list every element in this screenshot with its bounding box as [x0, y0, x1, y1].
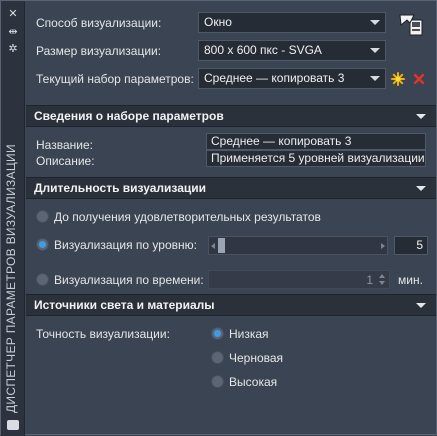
level-value-field[interactable]: 5: [394, 236, 428, 255]
collapse-icon[interactable]: [416, 303, 426, 308]
palette-content: Способ визуализации: Окно Размер визуали…: [26, 1, 436, 434]
time-spinner[interactable]: 1: [208, 270, 390, 289]
collapse-icon[interactable]: [416, 186, 426, 191]
render-mode-select[interactable]: Окно: [198, 12, 386, 33]
section-preset-info[interactable]: Сведения о наборе параметров: [26, 105, 436, 127]
spinner-up-icon[interactable]: [379, 274, 385, 278]
render-size-row: Размер визуализации: 800 x 600 пкс - SVG…: [26, 39, 436, 63]
by-level-label: Визуализация по уровню:: [54, 238, 197, 252]
accuracy-low-label: Низкая: [229, 327, 269, 341]
render-window-icon[interactable]: [398, 11, 426, 39]
palette-title-strip: ✕ ⇹ ✲ ДИСПЕТЧЕР ПАРАМЕТРОВ ВИЗУАЛИЗАЦИИ: [1, 1, 25, 436]
accuracy-high-row: Высокая: [26, 370, 436, 394]
render-mode-value: Окно: [204, 15, 232, 29]
radio-accuracy-high[interactable]: [211, 375, 224, 388]
section-lights-materials[interactable]: Источники света и материалы: [26, 294, 436, 316]
until-satisfactory-label: До получения удовлетворительных результа…: [54, 210, 321, 224]
render-size-select[interactable]: 800 x 600 пкс - SVGA: [198, 40, 386, 61]
accuracy-draft-label: Черновая: [229, 351, 284, 365]
section-preset-info-title: Сведения о наборе параметров: [34, 109, 224, 123]
accuracy-draft-row: Черновая: [26, 346, 436, 370]
by-time-label: Визуализация по времени:: [54, 273, 204, 287]
render-mode-row: Способ визуализации: Окно: [26, 11, 436, 36]
palette-menu-icon[interactable]: [7, 420, 19, 430]
preset-name-field[interactable]: Среднее — копировать 3: [206, 133, 426, 150]
slider-thumb[interactable]: [218, 238, 225, 253]
accuracy-low-row: Точность визуализации: Низкая: [26, 322, 436, 346]
slider-left-arrow-icon[interactable]: [211, 243, 215, 249]
palette-title: ДИСПЕТЧЕР ПАРАМЕТРОВ ВИЗУАЛИЗАЦИИ: [4, 144, 18, 413]
duration-by-level-row: Визуализация по уровню: 5: [26, 233, 436, 257]
render-presets-palette: ✕ ⇹ ✲ ДИСПЕТЧЕР ПАРАМЕТРОВ ВИЗУАЛИЗАЦИИ …: [0, 0, 437, 436]
new-preset-icon[interactable]: [391, 72, 405, 86]
slider-right-arrow-icon[interactable]: [381, 243, 385, 249]
radio-until-satisfactory[interactable]: [36, 210, 49, 223]
current-preset-select[interactable]: Среднее — копировать 3: [198, 68, 386, 89]
spinner-down-icon[interactable]: [379, 281, 385, 285]
time-value: 1: [366, 273, 373, 287]
chevron-down-icon: [370, 76, 380, 81]
radio-by-time[interactable]: [36, 273, 49, 286]
collapse-icon[interactable]: [416, 114, 426, 119]
render-size-label: Размер визуализации:: [36, 44, 162, 58]
radio-by-level[interactable]: [36, 238, 49, 251]
section-lights-materials-title: Источники света и материалы: [34, 298, 215, 312]
section-render-duration-title: Длительность визуализации: [34, 181, 207, 195]
delete-preset-icon[interactable]: [413, 73, 425, 85]
level-slider[interactable]: [208, 236, 388, 255]
time-unit-label: мин.: [398, 273, 423, 287]
radio-accuracy-low[interactable]: [211, 327, 224, 340]
chevron-down-icon: [370, 20, 380, 25]
accuracy-label: Точность визуализации:: [36, 327, 170, 341]
accuracy-high-label: Высокая: [229, 375, 278, 389]
radio-accuracy-draft[interactable]: [211, 351, 224, 364]
preset-description-label: Описание:: [36, 154, 95, 168]
duration-until-satisfactory-row: До получения удовлетворительных результа…: [26, 205, 436, 229]
preset-description-field[interactable]: Применяется 5 уровней визуализации: [206, 150, 426, 167]
chevron-down-icon: [370, 48, 380, 53]
current-preset-value: Среднее — копировать 3: [204, 71, 345, 85]
render-size-value: 800 x 600 пкс - SVGA: [204, 43, 322, 57]
current-preset-label: Текущий набор параметров:: [36, 72, 194, 86]
current-preset-row: Текущий набор параметров: Среднее — копи…: [26, 67, 436, 91]
render-mode-label: Способ визуализации:: [36, 16, 162, 30]
section-render-duration[interactable]: Длительность визуализации: [26, 177, 436, 199]
duration-by-time-row: Визуализация по времени: 1 мин.: [26, 268, 436, 292]
